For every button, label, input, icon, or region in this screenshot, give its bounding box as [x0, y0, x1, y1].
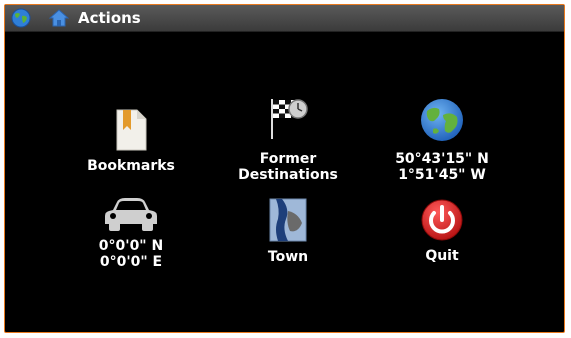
bookmarks-button[interactable]: Bookmarks [56, 108, 206, 174]
power-icon [421, 199, 463, 241]
former-destinations-label-line1: Former [259, 151, 317, 167]
town-label: Town [267, 249, 309, 265]
quit-label: Quit [425, 248, 459, 264]
bookmarks-label: Bookmarks [87, 158, 175, 174]
current-latitude: 50°43'15" N [395, 151, 489, 167]
checkered-flag-clock-icon [271, 99, 308, 139]
town-button[interactable]: Town [213, 197, 363, 265]
former-destinations-button[interactable]: Former Destinations [213, 95, 363, 183]
current-position-button[interactable]: 50°43'15" N 1°51'45" W [367, 97, 517, 183]
car-latitude: 0°0'0" N [98, 238, 164, 254]
globe-icon[interactable] [11, 8, 31, 28]
car-position-button[interactable]: 0°0'0" N 0°0'0" E [56, 196, 206, 270]
current-longitude: 1°51'45" W [398, 167, 486, 183]
globe-icon [421, 99, 463, 141]
app-window: Actions Bookmarks Former Destinations 50… [4, 4, 565, 333]
town-map-icon [269, 198, 307, 242]
car-icon [105, 198, 157, 231]
title-bar: Actions [5, 5, 564, 32]
former-destinations-label-line2: Destinations [238, 167, 338, 183]
bookmark-icon [116, 109, 147, 151]
quit-button[interactable]: Quit [367, 198, 517, 264]
car-longitude: 0°0'0" E [99, 254, 163, 270]
home-icon[interactable] [49, 8, 69, 28]
window-title: Actions [78, 9, 141, 27]
